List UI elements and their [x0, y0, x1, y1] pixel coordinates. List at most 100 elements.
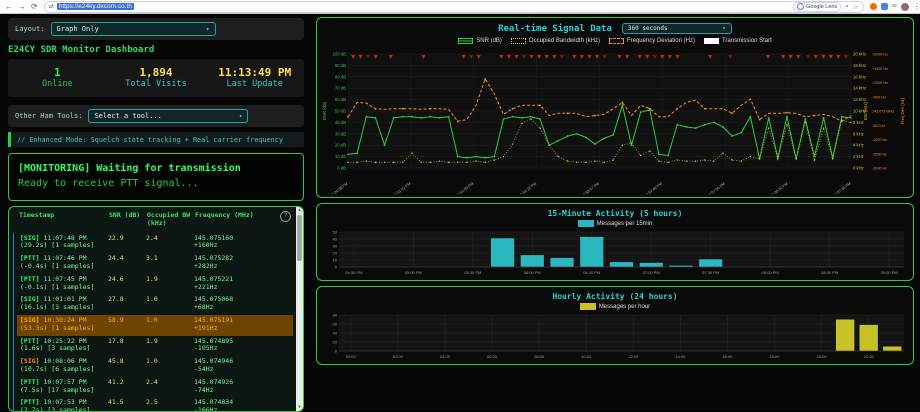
svg-text:0: 0	[335, 348, 338, 353]
mid-legend[interactable]: Messages per 15min	[321, 219, 909, 228]
svg-text:9:41:42 PM: 9:41:42 PM	[394, 182, 412, 194]
time-range-value: 360 seconds	[628, 25, 668, 32]
svg-text:10:07:46 PM: 10:07:46 PM	[644, 182, 663, 194]
scroll-up-icon[interactable]: ▲	[296, 207, 303, 214]
svg-text:-2000 Hz: -2000 Hz	[872, 167, 887, 171]
site-info-icon[interactable]: ⇄	[49, 3, 54, 10]
svg-text:-500 Hz: -500 Hz	[872, 124, 885, 128]
svg-text:0 dB: 0 dB	[337, 166, 346, 171]
browser-toolbar: ← → ⟳ ⇄ https://e24ky.dxcom.co.th Google…	[0, 0, 920, 14]
svg-text:22:00: 22:00	[864, 354, 875, 359]
scroll-down-icon[interactable]: ▼	[296, 404, 303, 411]
bottom-chart-title: Hourly Activity (24 hours)	[552, 292, 677, 301]
menu-icon[interactable]: ⋮	[913, 0, 920, 13]
layout-label: Layout:	[15, 25, 45, 33]
svg-text:18:00: 18:00	[770, 354, 781, 359]
svg-text:10:00: 10:00	[581, 354, 592, 359]
svg-text:20 dB: 20 dB	[335, 143, 346, 148]
svg-text:04:00: 04:00	[440, 354, 451, 359]
svg-text:30 dB: 30 dB	[335, 131, 346, 136]
svg-text:9:58:47 PM: 9:58:47 PM	[582, 182, 600, 194]
svg-text:14 kHz: 14 kHz	[853, 86, 866, 91]
google-lens-chip[interactable]: Google Lens	[793, 2, 841, 12]
tools-select[interactable]: Select a tool... ▾	[88, 109, 248, 123]
svg-text:50 dB: 50 dB	[335, 109, 346, 114]
extension-icon-orange[interactable]	[870, 3, 877, 10]
table-row[interactable]: [PTT] 10:07:53 PM (2.7s) [3 samples]41.5…	[17, 397, 293, 412]
forward-icon[interactable]: →	[18, 0, 26, 13]
layout-bar: Layout: Graph Only ▾	[8, 18, 304, 40]
svg-text:00:00: 00:00	[346, 354, 357, 359]
table-row[interactable]: [PTT] 11:07:45 PM (-0.1s) [1 samples]24.…	[17, 274, 293, 295]
extensions-icon[interactable]: ⮹	[892, 3, 897, 11]
signal-chart-title: Real-time Signal Data	[498, 24, 612, 34]
visits-value: 1,894	[107, 66, 206, 79]
monitor-status-line: [MONITORING] Waiting for transmission	[18, 161, 294, 176]
svg-text:40: 40	[333, 236, 338, 241]
bottom-legend-swatch	[580, 303, 596, 310]
table-scrollbar[interactable]: ▲ ▼	[296, 207, 303, 411]
table-row[interactable]: [SIG] 11:07:48 PM (29.2s) [1 samples]22.…	[17, 233, 293, 254]
svg-text:6 kHz: 6 kHz	[853, 131, 864, 136]
stat-online: 1 Online	[8, 66, 107, 90]
last-update-value: 11:13:49 PM	[205, 66, 304, 79]
svg-text:-1000 Hz: -1000 Hz	[872, 138, 887, 142]
svg-text:80: 80	[333, 312, 338, 317]
table-row[interactable]: [PTT] 10:07:57 PM (7.5s) [17 samples]41.…	[17, 377, 293, 398]
svg-text:40 dB: 40 dB	[335, 120, 346, 125]
table-row[interactable]: [SIG] 10:08:06 PM (10.7s) [6 samples]45.…	[17, 356, 293, 377]
svg-text:30: 30	[333, 243, 338, 248]
legend-snr[interactable]: SNR (dB)	[458, 38, 502, 44]
tools-label: Other Ham Tools:	[15, 112, 82, 120]
svg-text:9:51:05 PM: 9:51:05 PM	[457, 182, 475, 194]
svg-text:SNR (dB): SNR (dB)	[322, 101, 327, 120]
svg-text:18 kHz: 18 kHz	[853, 63, 866, 68]
svg-text:07:00 PM: 07:00 PM	[643, 270, 660, 275]
mid-legend-swatch	[578, 220, 594, 227]
bookmark-star-icon[interactable]: ☆	[853, 3, 859, 11]
search-keep-icon[interactable]: ⌕	[845, 3, 849, 11]
url-text[interactable]: https://e24ky.dxcom.co.th	[57, 3, 134, 10]
svg-text:16 kHz: 16 kHz	[853, 74, 866, 79]
back-icon[interactable]: ←	[5, 0, 13, 13]
realtime-signal-panel: Real-time Signal Data 360 seconds ▾ SNR …	[316, 17, 914, 198]
header-timestamp: Timestamp	[19, 212, 109, 228]
svg-text:08:00 PM: 08:00 PM	[762, 270, 779, 275]
svg-text:50: 50	[333, 229, 338, 234]
hourly-bar-chart: 02040608000:0002:0004:0006:0008:0010:001…	[321, 311, 909, 362]
address-bar[interactable]: ⇄ https://e24ky.dxcom.co.th Google Lens …	[44, 1, 864, 13]
profile-avatar[interactable]	[901, 3, 909, 11]
legend-freq-dev[interactable]: Frequency Deviation (Hz)	[609, 38, 695, 44]
fifteen-min-activity-panel: 15-Minute Activity (5 hours) Messages pe…	[316, 203, 914, 281]
svg-text:16:00: 16:00	[722, 354, 733, 359]
layout-select[interactable]: Graph Only ▾	[51, 22, 216, 36]
table-body: [SIG] 11:07:48 PM (29.2s) [1 samples]22.…	[13, 233, 293, 412]
stat-last-update: 11:13:49 PM Last Update	[205, 66, 304, 90]
layout-select-value: Graph Only	[57, 25, 99, 33]
svg-text:60: 60	[333, 321, 338, 326]
lens-label: Google Lens	[806, 4, 837, 10]
svg-text:Freq Dev (Hz): Freq Dev (Hz)	[900, 97, 905, 124]
online-label: Online	[8, 79, 107, 90]
svg-text:20:00: 20:00	[817, 354, 828, 359]
bottom-legend[interactable]: Messages per hour	[321, 302, 909, 311]
snr-swatch	[458, 38, 473, 44]
legend-tx-start[interactable]: Transmission Start	[704, 38, 772, 44]
table-row[interactable]: [SIG] 10:30:24 PM (53.3s) [1 samples]58.…	[17, 315, 293, 336]
fifteen-min-bar-chart: 0102030405004:30 PM05:00 PM05:30 PM06:00…	[321, 228, 909, 278]
scrollbar-thumb[interactable]	[297, 215, 302, 261]
svg-text:70 dB: 70 dB	[335, 86, 346, 91]
svg-text:100 dB: 100 dB	[333, 52, 346, 57]
svg-text:0: 0	[335, 264, 338, 269]
help-icon[interactable]: ?	[280, 211, 291, 222]
extension-icon-blue[interactable]	[881, 3, 888, 10]
reload-icon[interactable]: ⟳	[31, 0, 38, 13]
time-range-select[interactable]: 360 seconds ▾	[622, 23, 732, 34]
chevron-down-icon: ▾	[231, 113, 243, 120]
table-row[interactable]: [SIG] 11:01:01 PM (16.1s) [3 samples]27.…	[17, 294, 293, 315]
svg-text:08:00: 08:00	[534, 354, 545, 359]
table-row[interactable]: [PTT] 10:25:22 PM (1.6s) [3 samples]17.8…	[17, 336, 293, 357]
legend-bandwidth[interactable]: Occupied Bandwidth (kHz)	[511, 38, 600, 44]
svg-text:11:07:48 PM: 11:07:48 PM	[832, 182, 851, 194]
table-row[interactable]: [PTT] 11:07:46 PM (-0.4s) [1 samples]24.…	[17, 253, 293, 274]
